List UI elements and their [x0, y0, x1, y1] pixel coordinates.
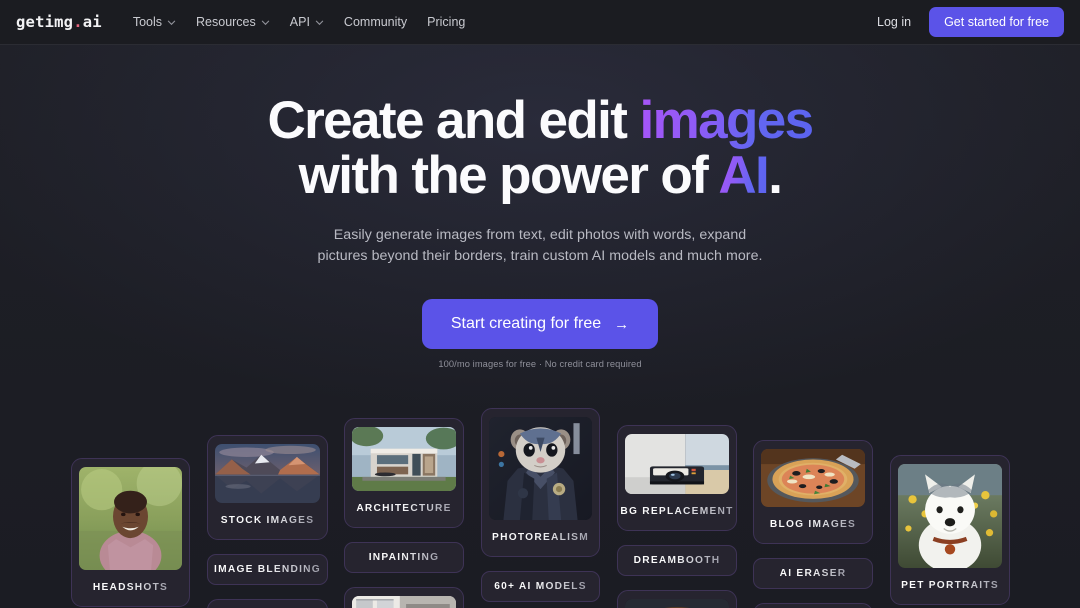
feature-card-architecture[interactable]: ARCHITECTURE	[344, 418, 464, 528]
site-header: getimg. ai Tools Resources API Community Pric…	[0, 0, 1080, 45]
feature-card-photorealism[interactable]: PHOTOREALISM	[481, 408, 600, 557]
feature-card-thumbnail	[898, 464, 1002, 568]
feature-card-label: ARCHITECTURE	[356, 491, 451, 527]
nav-item-label: Community	[343, 15, 408, 29]
feature-card-label: STOCK IMAGES	[221, 503, 315, 539]
feature-card-thumbnail	[489, 417, 592, 520]
nav-item-community[interactable]: Community	[335, 9, 416, 35]
hero-cta-wrap: Start creating for free → 100/mo images …	[0, 299, 1080, 369]
nav-item-label: Pricing	[427, 15, 466, 29]
thumb-art-interior-room	[352, 596, 456, 608]
thumb-art-portrait-crop	[625, 599, 729, 608]
nav-item-label: Resources	[196, 15, 256, 29]
feature-card-thumbnail	[79, 467, 182, 570]
headline-line-2: with the power of AI.	[298, 146, 783, 206]
nav-item-label: Tools	[132, 15, 163, 29]
feature-pill-label: DREAMBOOTH	[633, 555, 721, 566]
thumb-art-polaroid-beach	[625, 434, 729, 494]
feature-pill-inpainting[interactable]: INPAINTING	[344, 542, 464, 573]
login-link[interactable]: Log in	[867, 9, 921, 35]
feature-card-thumbnail	[625, 434, 729, 494]
headline-plain-2: with the power of	[298, 146, 719, 206]
logo-dot: .	[73, 13, 83, 31]
feature-card-stock-images[interactable]: STOCK IMAGES	[207, 435, 328, 540]
get-started-button[interactable]: Get started for free	[929, 7, 1064, 37]
thumb-art-mountain-lake	[215, 444, 320, 503]
feature-card-label: BLOG IMAGES	[770, 507, 856, 543]
feature-card-gallery: HEADSHOTS STOCK IMAGES IMAGE BLENDING AR…	[0, 400, 1080, 608]
feature-card-thumbnail	[761, 449, 865, 507]
start-creating-button[interactable]: Start creating for free →	[421, 299, 659, 350]
gallery-column: BG REPLACEMENT DREAMBOOTH	[617, 425, 737, 608]
feature-card-headshots[interactable]: HEADSHOTS	[71, 458, 190, 607]
gallery-column: PET PORTRAITS	[890, 455, 1010, 605]
feature-pill-label: IMAGE BLENDING	[214, 564, 321, 575]
feature-card-thumbnail	[215, 444, 320, 503]
main-nav: Tools Resources API Community Pricing	[124, 9, 475, 35]
feature-card-label: PHOTOREALISM	[492, 520, 589, 556]
feature-card-bg-replacement[interactable]: BG REPLACEMENT	[617, 425, 737, 531]
chevron-down-icon	[261, 20, 269, 25]
feature-pill-label: INPAINTING	[368, 552, 440, 563]
start-creating-label: Start creating for free	[450, 315, 602, 333]
headline-plain-1: Create and edit	[267, 91, 640, 150]
gallery-column: HEADSHOTS	[71, 458, 190, 607]
headline-accent-ai: AI	[718, 146, 769, 206]
feature-pill-60-ai-models[interactable]: 60+ AI MODELS	[481, 571, 600, 602]
feature-pill-label: AI ERASER	[779, 568, 847, 579]
nav-item-tools[interactable]: Tools	[124, 9, 185, 35]
nav-item-resources[interactable]: Resources	[187, 9, 279, 35]
feature-card-partial-interior-room[interactable]	[344, 587, 464, 608]
gallery-column: PHOTOREALISM 60+ AI MODELS	[481, 408, 600, 608]
hero-subtitle: Easily generate images from text, edit p…	[317, 227, 763, 264]
feature-card-pet-portraits[interactable]: PET PORTRAITS	[890, 455, 1010, 605]
thumb-art-portrait-man	[79, 467, 182, 570]
nav-item-label: API	[289, 15, 310, 29]
feature-card-thumbnail	[352, 596, 456, 608]
feature-card-label: PET PORTRAITS	[901, 568, 999, 604]
feature-pill-dreambooth[interactable]: DREAMBOOTH	[617, 545, 737, 576]
thumb-art-white-dog	[898, 464, 1002, 568]
cta-fineprint: 100/mo images for free · No credit card …	[438, 359, 642, 370]
feature-pill-label: 60+ AI MODELS	[494, 581, 587, 592]
nav-item-api[interactable]: API	[281, 9, 333, 35]
logo-suffix: ai	[82, 13, 102, 31]
thumb-art-hamster-jacket	[489, 417, 592, 520]
feature-pill-ai-eraser[interactable]: AI ERASER	[753, 558, 873, 589]
logo[interactable]: getimg. ai	[16, 13, 102, 31]
nav-item-pricing[interactable]: Pricing	[418, 9, 474, 35]
feature-card-label: HEADSHOTS	[93, 570, 168, 606]
gallery-column: STOCK IMAGES IMAGE BLENDING	[207, 435, 328, 608]
gallery-column: ARCHITECTURE INPAINTING	[344, 418, 464, 608]
gallery-column: BLOG IMAGES AI ERASER	[753, 440, 873, 608]
thumb-art-pizza	[761, 449, 865, 507]
feature-card-thumbnail	[352, 427, 456, 491]
headline-line-1: Create and edit images	[267, 91, 814, 150]
hero-section: Create and edit images with the power of…	[0, 45, 1080, 369]
feature-card-label: BG REPLACEMENT	[620, 494, 733, 530]
logo-text: getimg	[16, 13, 74, 31]
page-title: Create and edit images with the power of…	[0, 93, 1080, 203]
feature-card-partial-portrait-crop[interactable]	[617, 590, 737, 608]
feature-card-blog-images[interactable]: BLOG IMAGES	[753, 440, 873, 544]
headline-period: .	[768, 146, 783, 206]
thumb-art-modern-house	[352, 427, 456, 491]
feature-card-thumbnail	[625, 599, 729, 608]
feature-card-partial-food-plate[interactable]	[207, 599, 328, 608]
feature-pill-image-blending[interactable]: IMAGE BLENDING	[207, 554, 328, 585]
chevron-down-icon	[167, 20, 176, 25]
feature-card-partial-food-board[interactable]	[753, 603, 873, 608]
chevron-down-icon	[315, 20, 324, 25]
arrow-right-icon: →	[614, 315, 630, 333]
headline-accent-images: images	[639, 91, 814, 150]
